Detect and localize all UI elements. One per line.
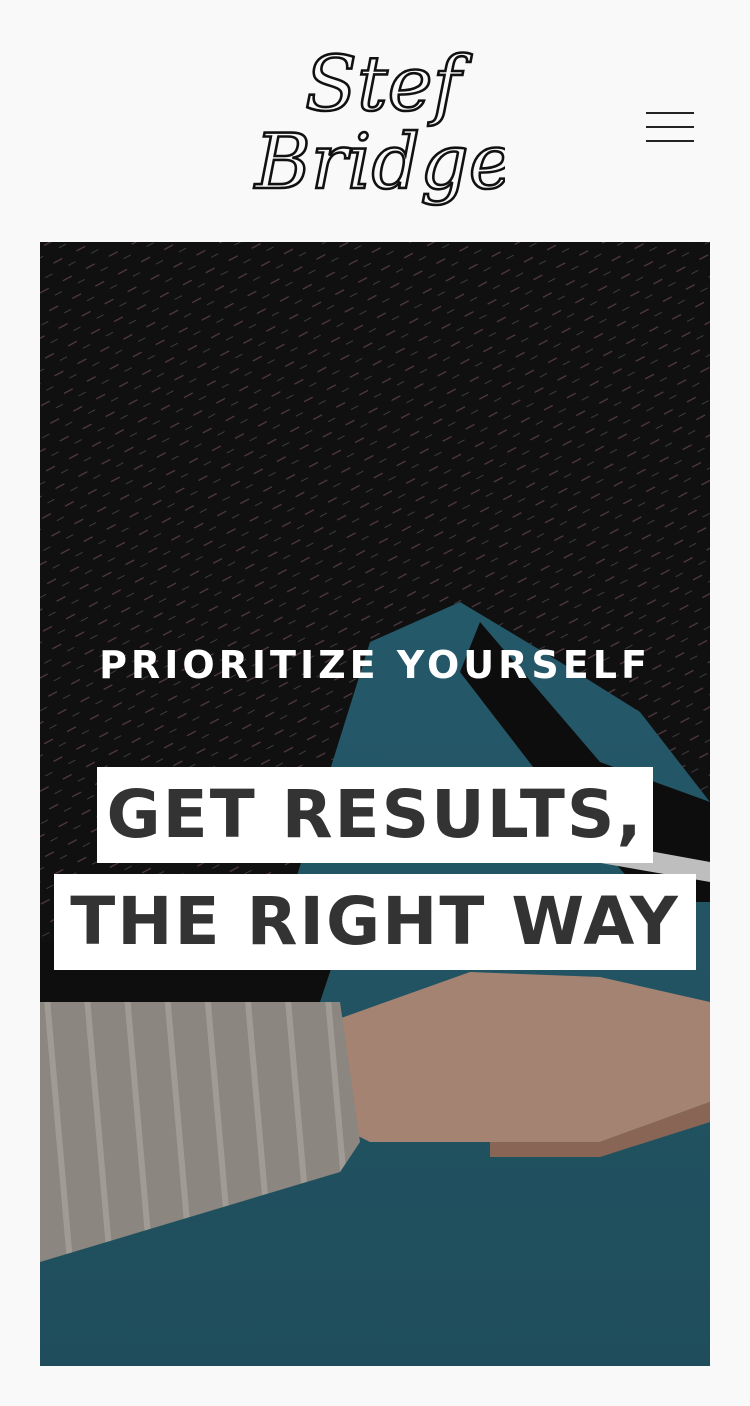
menu-bar [646, 112, 694, 114]
logo-line-2: Bridges [253, 117, 505, 206]
hamburger-menu-icon[interactable] [640, 104, 700, 150]
hero-headline-line-2: THE RIGHT WAY [54, 874, 696, 970]
menu-bar [646, 126, 694, 128]
logo-line-1: Stef [305, 39, 473, 128]
site-header: Stef Bridges [0, 0, 750, 242]
hero-eyebrow: PRIORITIZE YOURSELF [99, 643, 651, 687]
logo-script: Stef Bridges [252, 38, 554, 208]
site-logo[interactable]: Stef Bridges [245, 38, 554, 218]
menu-bar [646, 140, 694, 142]
hero-headline-line-1: GET RESULTS, [97, 767, 653, 863]
